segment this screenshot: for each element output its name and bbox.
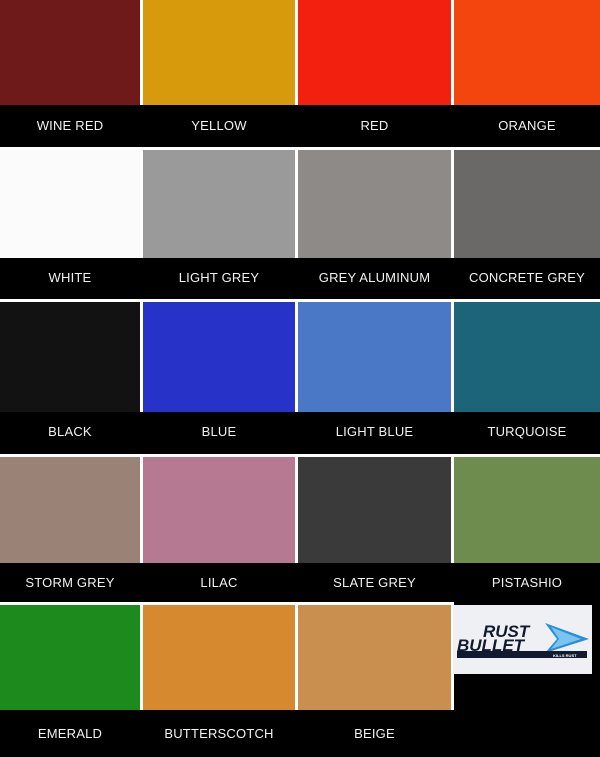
swatch-label: WHITE	[48, 270, 92, 285]
color-swatch	[143, 302, 295, 412]
swatch-label: LILAC	[200, 574, 238, 590]
swatch-label: LIGHT BLUE	[335, 424, 414, 439]
color-swatch	[298, 605, 451, 710]
color-swatch	[298, 302, 451, 412]
color-swatch	[143, 457, 295, 563]
swatch-label: LIGHT GREY	[178, 270, 260, 285]
swatch-label: PISTASHIO	[491, 574, 563, 590]
swatch-label: BUTTERSCOTCH	[164, 725, 274, 741]
svg-text:KILLS RUST: KILLS RUST	[553, 653, 577, 658]
swatch-label: BLUE	[201, 424, 237, 439]
color-swatch	[0, 150, 140, 258]
swatch-label: YELLOW	[191, 118, 247, 133]
color-swatch	[0, 457, 140, 563]
color-swatch	[454, 150, 600, 258]
color-swatch	[143, 605, 295, 710]
swatch-label: TURQUOISE	[487, 424, 567, 439]
color-swatch	[454, 0, 600, 105]
swatch-label: WINE RED	[36, 118, 104, 133]
swatch-label: CONCRETE GREY	[468, 270, 585, 285]
swatch-label: RED	[360, 118, 389, 133]
swatch-label: ORANGE	[498, 118, 556, 133]
color-swatch	[143, 150, 295, 258]
color-swatch	[298, 457, 451, 563]
color-swatch	[454, 302, 600, 412]
color-swatch	[454, 457, 600, 563]
color-swatch	[143, 0, 295, 105]
swatch-label: STORM GREY	[25, 574, 115, 590]
swatch-label: BLACK	[48, 424, 92, 439]
swatch-label: SLATE GREY	[333, 574, 416, 590]
swatch-label: GREY ALUMINUM	[318, 270, 431, 285]
color-swatch	[0, 605, 140, 710]
color-swatch	[298, 150, 451, 258]
rust-bullet-logo: RUST BULLET KILLS RUST	[453, 605, 592, 674]
color-swatch	[0, 0, 140, 105]
swatch-label: BEIGE	[354, 725, 395, 741]
svg-text:BULLET: BULLET	[457, 636, 526, 655]
color-swatch	[298, 0, 451, 105]
swatch-label: EMERALD	[37, 725, 103, 741]
color-swatch	[0, 302, 140, 412]
